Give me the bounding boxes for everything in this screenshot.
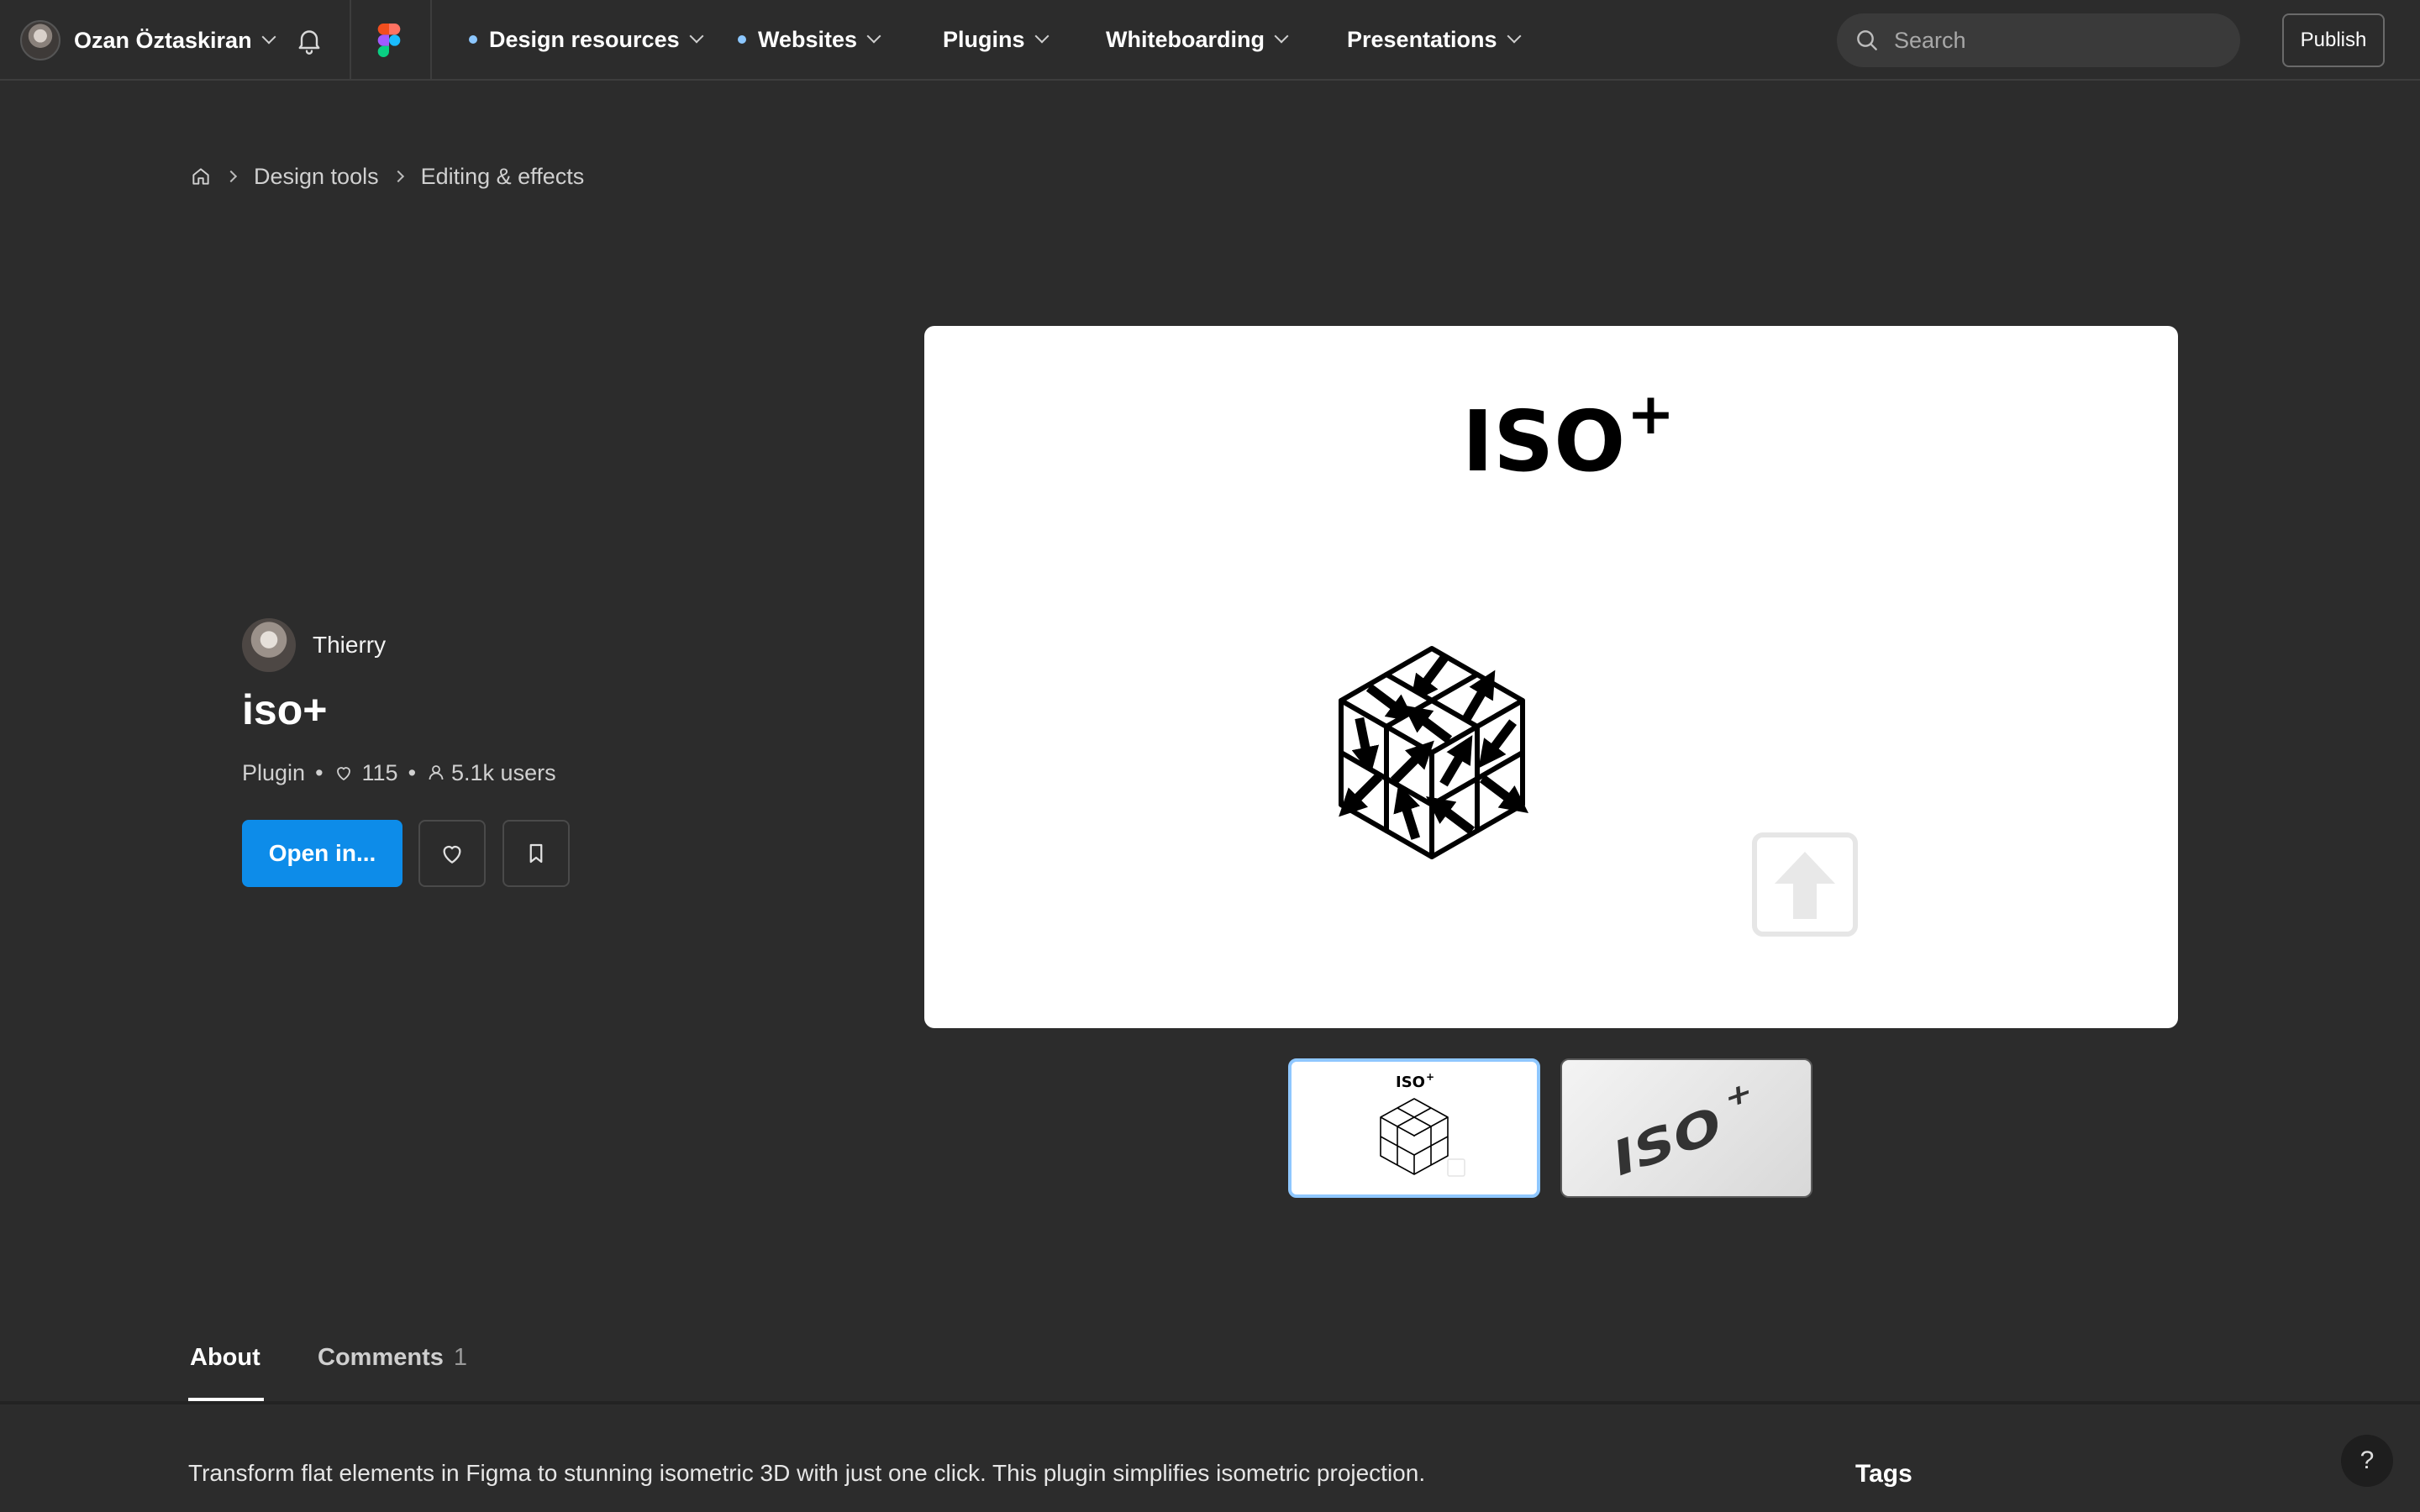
heart-icon bbox=[443, 845, 461, 864]
chevron-right-icon bbox=[392, 170, 404, 183]
user-menu[interactable]: Ozan Öztaskiran bbox=[20, 18, 276, 62]
nav-plugins[interactable]: Plugins bbox=[943, 0, 1050, 79]
nav-label: Whiteboarding bbox=[1106, 26, 1265, 52]
chevron-down-icon bbox=[1507, 29, 1522, 44]
nav-websites[interactable]: Websites bbox=[738, 0, 881, 79]
bookmark-icon bbox=[529, 843, 543, 864]
heart-icon bbox=[336, 767, 350, 781]
nav-label: Design resources bbox=[489, 26, 680, 52]
new-indicator-dot bbox=[469, 35, 477, 44]
iso-cube-illustration: ISO + bbox=[1339, 381, 1858, 937]
breadcrumb-editing-effects[interactable]: Editing & effects bbox=[421, 164, 585, 190]
nav-label: Presentations bbox=[1347, 26, 1497, 52]
user-icon bbox=[429, 765, 444, 780]
home-icon[interactable] bbox=[190, 165, 212, 187]
tab-comments-label: Comments bbox=[318, 1344, 444, 1371]
thumbnail-iso-3d-logo: ISO + bbox=[1612, 1074, 1754, 1189]
users-count: 5.1k users bbox=[451, 759, 556, 785]
chevron-down-icon bbox=[261, 29, 276, 45]
comments-count: 1 bbox=[453, 1344, 467, 1371]
bookmark-button[interactable] bbox=[502, 820, 570, 887]
chevron-down-icon bbox=[1034, 29, 1050, 44]
logo-superscript: + bbox=[1627, 381, 1675, 448]
tags-heading: Tags bbox=[1855, 1460, 1912, 1488]
user-avatar bbox=[20, 20, 60, 60]
nav-label: Plugins bbox=[943, 26, 1025, 52]
breadcrumb-design-tools[interactable]: Design tools bbox=[254, 164, 379, 190]
chevron-down-icon bbox=[1274, 29, 1289, 44]
chevron-right-icon bbox=[224, 170, 238, 183]
search-icon bbox=[1857, 30, 1877, 50]
thumbnail-logo-superscript: + bbox=[1724, 1074, 1754, 1116]
thumbnail-logo-text: ISO bbox=[1396, 1074, 1425, 1091]
plugin-title: iso+ bbox=[242, 686, 328, 733]
breadcrumb: Design tools Editing & effects bbox=[190, 160, 584, 193]
thumbnail-logo-superscript: + bbox=[1426, 1071, 1434, 1083]
thumbnail-logo-text: ISO bbox=[1612, 1095, 1723, 1189]
new-indicator-dot bbox=[738, 35, 746, 44]
figma-logo-icon[interactable] bbox=[376, 24, 402, 57]
bell-icon[interactable] bbox=[294, 25, 324, 55]
publish-button[interactable]: Publish bbox=[2282, 13, 2385, 67]
thumbnail-iso-cube: ISO + bbox=[1380, 1071, 1465, 1177]
tab-about[interactable]: About bbox=[188, 1344, 264, 1404]
plugin-description: Transform flat elements in Figma to stun… bbox=[188, 1460, 1426, 1486]
nav-design-resources[interactable]: Design resources bbox=[469, 0, 704, 79]
author-link[interactable]: Thierry bbox=[242, 618, 386, 672]
likes-count: 115 bbox=[361, 759, 398, 785]
help-button[interactable]: ? bbox=[2341, 1435, 2393, 1487]
author-name: Thierry bbox=[313, 632, 387, 658]
nav-whiteboarding[interactable]: Whiteboarding bbox=[1106, 0, 1289, 79]
search-input[interactable] bbox=[1892, 26, 2215, 55]
user-name: Ozan Öztaskiran bbox=[74, 27, 252, 53]
divider bbox=[350, 0, 351, 79]
chevron-down-icon bbox=[866, 29, 881, 44]
tab-comments[interactable]: Comments 1 bbox=[318, 1344, 467, 1404]
tabs-divider bbox=[0, 1401, 2420, 1404]
divider bbox=[430, 0, 432, 79]
nav-label: Websites bbox=[758, 26, 858, 52]
plugin-meta: Plugin • 115 • 5.1k users bbox=[242, 759, 556, 785]
thumbnail-2[interactable]: ISO + bbox=[1560, 1058, 1812, 1198]
like-button[interactable] bbox=[418, 820, 486, 887]
logo-text: ISO bbox=[1462, 392, 1625, 491]
plugin-type: Plugin bbox=[242, 759, 306, 785]
preview-image: ISO + bbox=[924, 326, 2178, 1028]
nav-presentations[interactable]: Presentations bbox=[1347, 0, 1522, 79]
thumbnail-1[interactable]: ISO + bbox=[1288, 1058, 1540, 1198]
top-bar: Ozan Öztaskiran Design resources Website… bbox=[0, 0, 2420, 81]
search-box[interactable] bbox=[1837, 13, 2240, 67]
open-in-button[interactable]: Open in... bbox=[242, 820, 402, 887]
author-avatar bbox=[242, 618, 296, 672]
chevron-down-icon bbox=[689, 29, 704, 44]
